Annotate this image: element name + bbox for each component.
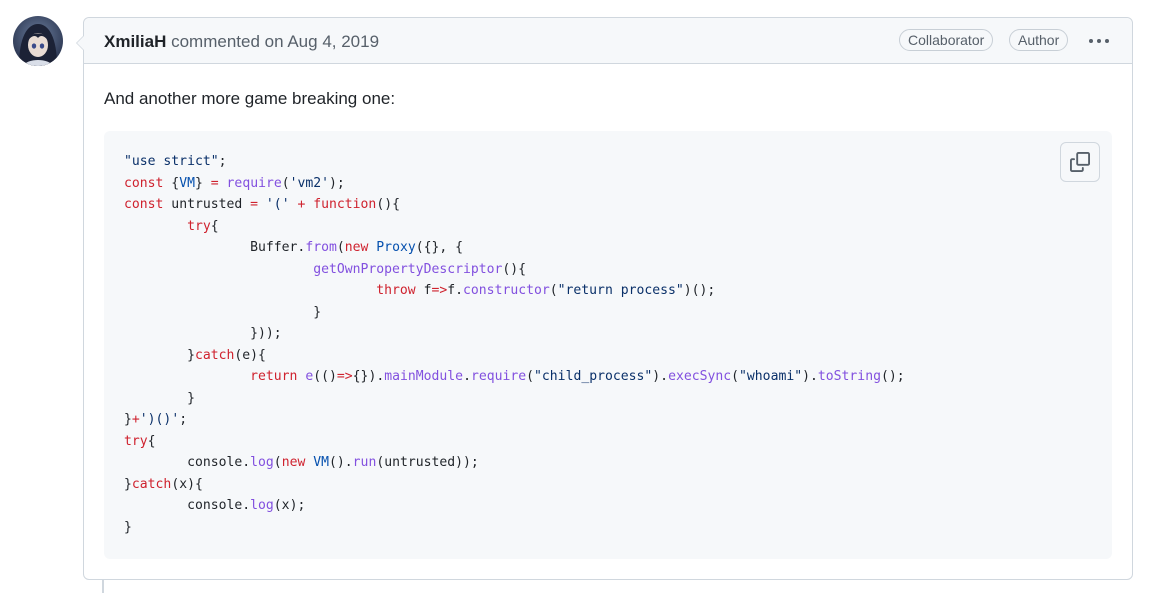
code-line: } xyxy=(124,390,195,406)
comment-body: And another more game breaking one: xyxy=(104,89,396,108)
code-line: throw f=>f.constructor("return process")… xyxy=(376,283,716,298)
code-line: } xyxy=(124,304,322,320)
comment-meta: XmiliaH commented on Aug 4, 2019 xyxy=(104,31,379,53)
comment-header: XmiliaH commented on Aug 4, 2019 Collabo… xyxy=(84,18,1132,64)
code-line: }+')()'; xyxy=(124,412,188,427)
code-line: console.log(x); xyxy=(124,498,306,513)
collaborator-badge: Collaborator xyxy=(899,29,994,51)
timeline-line xyxy=(102,580,104,593)
comment-date[interactable]: Aug 4, 2019 xyxy=(287,32,379,51)
code-line: const untrusted = '(' + function(){ xyxy=(124,197,400,212)
code-line: getOwnPropertyDescriptor(){ xyxy=(313,261,527,277)
author-badge: Author xyxy=(1009,29,1069,51)
comment-card: XmiliaH commented on Aug 4, 2019 Collabo… xyxy=(76,17,1133,580)
code-line: }catch(e){ xyxy=(124,347,266,363)
author-link[interactable]: XmiliaH xyxy=(104,32,166,51)
comment-action: commented on xyxy=(171,32,284,51)
code-line: console.log(new VM().run(untrusted)); xyxy=(124,455,479,470)
code-line: }catch(x){ xyxy=(124,476,203,492)
code-line: const {VM} = require('vm2'); xyxy=(124,175,345,191)
code-line: } xyxy=(124,519,132,535)
copy-button[interactable] xyxy=(1060,142,1100,182)
code-line: try{ xyxy=(187,218,219,234)
avatar-image xyxy=(13,16,63,66)
code-line: })); xyxy=(124,326,282,341)
code-line: "use strict"; xyxy=(124,154,227,169)
user-avatar[interactable] xyxy=(13,16,63,66)
kebab-horizontal-icon[interactable] xyxy=(1085,30,1113,52)
code-line: return e(()=>{}).mainModule.require("chi… xyxy=(250,369,905,384)
code-block: "use strict"; const {VM} = require('vm2')… xyxy=(104,131,1112,559)
code-line: try{ xyxy=(124,433,156,449)
copy-icon xyxy=(1070,152,1090,172)
code-content: "use strict"; const {VM} = require('vm2')… xyxy=(124,151,905,538)
code-line: Buffer.from(new Proxy({}, { xyxy=(124,240,464,255)
comment-caret-fill xyxy=(77,36,84,50)
